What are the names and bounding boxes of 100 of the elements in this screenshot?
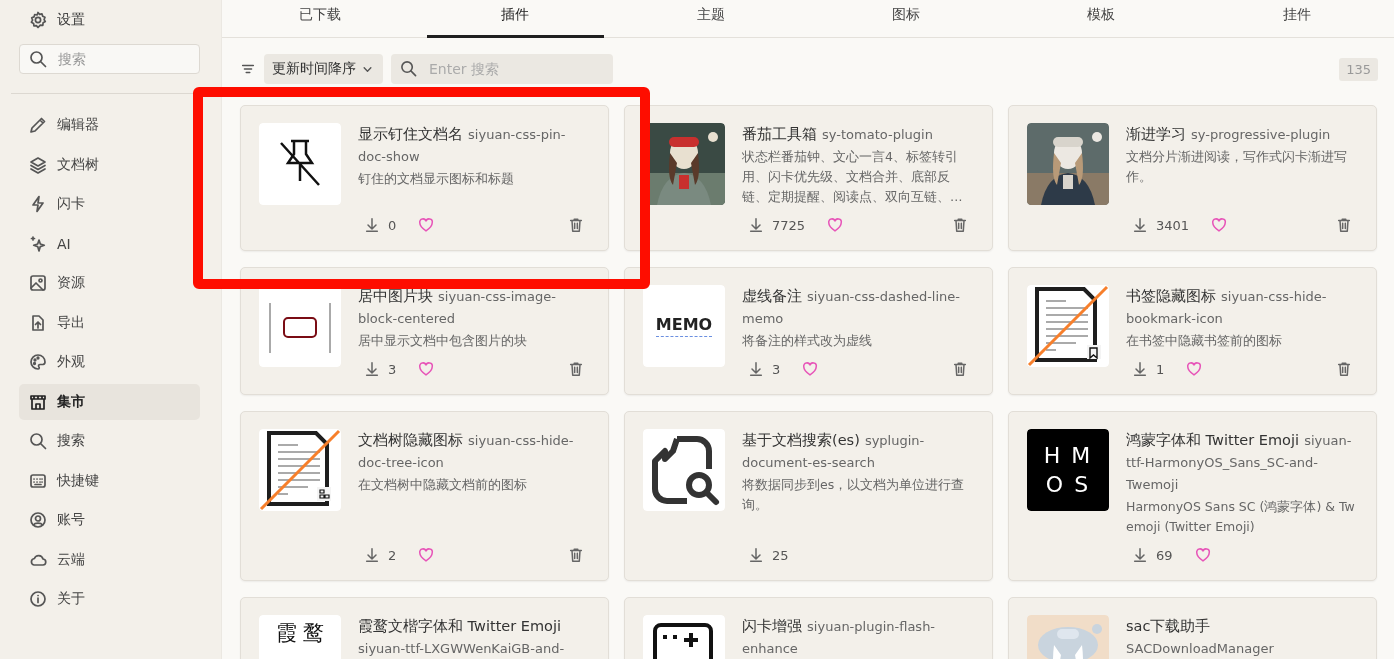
- download-count: 1: [1156, 361, 1165, 377]
- trash-icon[interactable]: [1336, 217, 1352, 233]
- font-logo: H M O S: [1027, 429, 1109, 511]
- search-icon: [400, 60, 417, 77]
- sidebar-item[interactable]: 闪卡: [19, 186, 200, 222]
- plugin-card[interactable]: 文档树隐藏图标 siyuan-css-hide-doc-tree-icon 在文档树中隐藏文档前的图标 2: [240, 411, 609, 581]
- plugin-title: 基于文档搜索(es) syplugin-document-es-search: [742, 431, 926, 472]
- tab[interactable]: 插件: [427, 0, 604, 38]
- plugin-description: 在书签中隐藏书签前的图标: [1126, 332, 1283, 350]
- plugin-description: 居中显示文档中包含图片的块: [358, 332, 528, 350]
- plugin-title: 虚线备注 siyuan-css-dashed-line-memo: [742, 287, 961, 328]
- settings-title: 设置: [57, 11, 85, 29]
- plugin-card[interactable]: H M O S 鸿蒙字体和 Twitter Emoji siyuan-ttf-HarmonyOS_Sans_SC-and-Twemoji HarmonyOS Sans SC (鸿蒙字体) & Twemoji (Twitter Emoji) 69: [1008, 411, 1377, 581]
- sidebar-item[interactable]: 关于: [19, 581, 200, 617]
- plugin-card[interactable]: 闪卡增强 siyuan-plugin-flash-enhance: [624, 597, 993, 659]
- download-icon: [748, 547, 764, 563]
- download-count: 69: [1156, 547, 1173, 563]
- plugin-card[interactable]: 居中图片块 siyuan-css-image-block-centered 居中显示文档中包含图片的块 3: [240, 267, 609, 395]
- lightning-icon: [29, 195, 47, 213]
- pencil-icon: [29, 116, 47, 134]
- trash-icon[interactable]: [568, 361, 584, 377]
- plugin-title: 番茄工具箱 sy-tomato-plugin: [742, 125, 934, 144]
- sidebar-item[interactable]: 账号: [19, 502, 200, 538]
- tab[interactable]: 模板: [1013, 0, 1190, 38]
- sidebar-item[interactable]: 集市: [19, 383, 200, 420]
- search-icon: [29, 432, 47, 450]
- gear-icon: [29, 11, 47, 29]
- plugin-card[interactable]: MEMO 虚线备注 siyuan-css-dashed-line-memo 将备注的样式改为虚线 3: [624, 267, 993, 395]
- download-count: 25: [772, 547, 789, 563]
- info-icon: [29, 590, 47, 608]
- search-icon: [29, 50, 47, 68]
- plugin-title: 书签隐藏图标 siyuan-css-hide-bookmark-icon: [1126, 287, 1328, 328]
- download-icon: [364, 217, 380, 233]
- plugin-description: 在文档树中隐藏文档前的图标: [358, 476, 528, 494]
- tab[interactable]: 挂件: [1208, 0, 1385, 38]
- sidebar-item[interactable]: AI: [19, 225, 200, 262]
- plugin-description: 钉住的文档显示图标和标题: [358, 170, 515, 188]
- font-logo: 霞 鹜: [259, 615, 341, 659]
- download-icon: [364, 361, 380, 377]
- trash-icon[interactable]: [952, 361, 968, 377]
- tab[interactable]: 图标: [818, 0, 995, 38]
- download-icon: [748, 361, 764, 377]
- plugin-card[interactable]: 霞 鹜 霞鹜文楷字体和 Twitter Emoji siyuan-ttf-LXGWWenKaiGB-and-: [240, 597, 609, 659]
- plugin-card[interactable]: sac下载助手 SACDownloadManager: [1008, 597, 1377, 659]
- crossed-document-icon: [259, 429, 341, 511]
- trash-icon[interactable]: [568, 217, 584, 233]
- plugin-title: 文档树隐藏图标 siyuan-css-hide-doc-tree-icon: [358, 431, 575, 472]
- storefront-icon: [29, 392, 47, 411]
- image-icon: [29, 274, 47, 292]
- download-icon: [1132, 547, 1148, 563]
- memo-logo: MEMO: [643, 285, 725, 367]
- pin-off-icon: [259, 123, 341, 205]
- plugin-card[interactable]: 书签隐藏图标 siyuan-css-hide-bookmark-icon 在书签中隐藏书签前的图标 1: [1008, 267, 1377, 395]
- search-field[interactable]: Enter 搜索: [391, 54, 613, 84]
- sidebar-item[interactable]: 文档树: [19, 146, 200, 183]
- download-count: 0: [388, 217, 397, 233]
- account-icon: [29, 511, 47, 529]
- download-count: 2: [388, 547, 397, 563]
- plugin-title: 霞鹜文楷字体和 Twitter Emoji siyuan-ttf-LXGWWenKaiGB-and-: [358, 617, 566, 658]
- sidebar-item[interactable]: 外观: [19, 344, 200, 380]
- plugin-title: sac下载助手 SACDownloadManager: [1126, 617, 1275, 658]
- download-icon: [364, 547, 380, 563]
- plugin-card[interactable]: 基于文档搜索(es) syplugin-document-es-search 将数据同步到es，以文档为单位进行查询。 25: [624, 411, 993, 581]
- sidebar-item[interactable]: 云端: [19, 541, 200, 578]
- sidebar-item[interactable]: 快捷键: [19, 462, 200, 499]
- sidebar-item[interactable]: 搜索: [19, 423, 200, 459]
- crossed-document-icon: [1027, 285, 1109, 367]
- plugin-title: 显示钉住文档名 siyuan-css-pin-doc-show: [358, 125, 567, 166]
- download-count: 3401: [1156, 217, 1190, 233]
- sidebar-item[interactable]: 资源: [19, 265, 200, 301]
- download-count: 3: [772, 361, 781, 377]
- tab[interactable]: 主题: [622, 0, 799, 38]
- download-count: 7725: [772, 217, 806, 233]
- plugin-title: 鸿蒙字体和 Twitter Emoji siyuan-ttf-HarmonyOS_Sans_SC-and-Twemoji: [1126, 431, 1353, 494]
- sort-dropdown[interactable]: 更新时间降序: [264, 54, 383, 84]
- palette-icon: [29, 353, 47, 371]
- trash-icon[interactable]: [1336, 361, 1352, 377]
- trash-icon[interactable]: [568, 547, 584, 563]
- plugin-card[interactable]: 番茄工具箱 sy-tomato-plugin 状态栏番茄钟、文心一言4、标签转引用、闪卡优先级、文档合并、底部反链、定期提醒、阅读点、双向互链、… 7725: [624, 105, 993, 251]
- sidebar-item[interactable]: 编辑器: [19, 107, 200, 143]
- download-icon: [1132, 361, 1148, 377]
- file-export-icon: [29, 313, 47, 332]
- plugin-card[interactable]: 显示钉住文档名 siyuan-css-pin-doc-show 钉住的文档显示图标和标题 0: [240, 105, 609, 251]
- plugin-card[interactable]: 渐进学习 sy-progressive-plugin 文档分片渐进阅读，写作式闪卡渐进写作。 3401: [1008, 105, 1377, 251]
- download-icon: [748, 217, 764, 233]
- tab[interactable]: 已下载: [232, 0, 409, 38]
- download-icon: [1132, 217, 1148, 233]
- plugin-title: 闪卡增强 siyuan-plugin-flash-enhance: [742, 617, 937, 658]
- sidebar-item[interactable]: 导出: [19, 304, 200, 341]
- layers-icon: [29, 155, 47, 174]
- trash-icon[interactable]: [952, 217, 968, 233]
- keyboard-icon: [29, 471, 47, 490]
- plugin-title: 渐进学习 sy-progressive-plugin: [1126, 125, 1332, 144]
- plugin-description: 文档分片渐进阅读，写作式闪卡渐进写作。: [1126, 148, 1348, 186]
- download-count: 3: [388, 361, 397, 377]
- plugin-description: 将数据同步到es，以文档为单位进行查询。: [742, 476, 966, 514]
- document-search-icon: [643, 429, 725, 511]
- search-field[interactable]: 搜索: [19, 44, 200, 74]
- sparkle-icon: [29, 234, 47, 253]
- plugin-description: HarmonyOS Sans SC (鸿蒙字体) & Twemoji (Twitter Emoji): [1126, 498, 1356, 536]
